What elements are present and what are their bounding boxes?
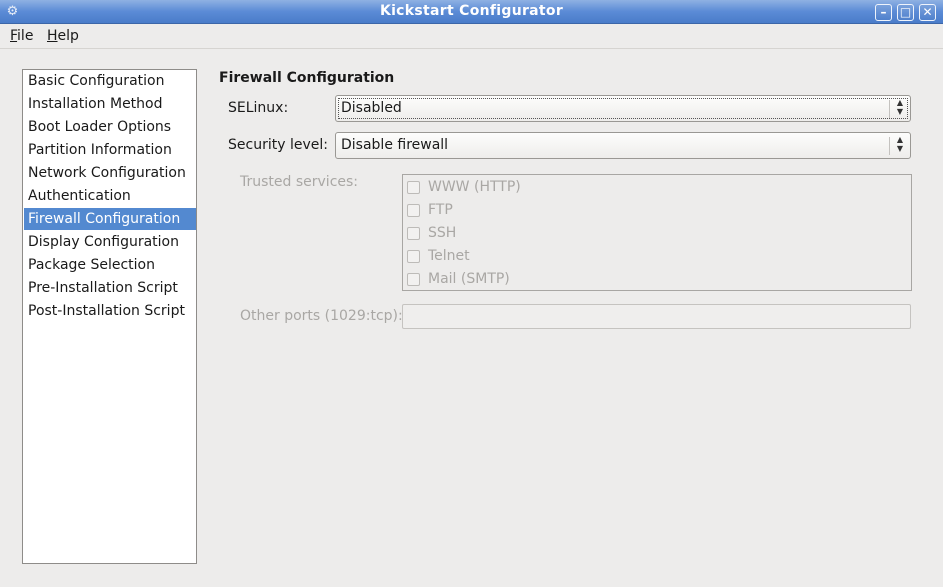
checkbox-icon[interactable] (407, 204, 420, 217)
security-level-dropdown[interactable]: Disable firewall ▲ ▼ (335, 132, 911, 159)
trusted-services-label: Trusted services: (240, 174, 359, 190)
service-label: FTP (428, 202, 453, 218)
close-icon[interactable]: ✕ (919, 4, 936, 21)
sidebar-item-firewall-configuration[interactable]: Firewall Configuration (24, 208, 196, 230)
service-smtp-checkbox[interactable]: Mail (SMTP) (407, 270, 707, 288)
selinux-dropdown[interactable]: Disabled ▲ ▼ (335, 95, 911, 122)
menubar: File Help (0, 24, 943, 49)
sidebar-item-authentication[interactable]: Authentication (24, 185, 196, 207)
minimize-icon[interactable]: – (875, 4, 892, 21)
service-ftp-checkbox[interactable]: FTP (407, 201, 707, 219)
sidebar-item-installation-method[interactable]: Installation Method (24, 93, 196, 115)
sidebar-item-pre-installation-script[interactable]: Pre-Installation Script (24, 277, 196, 299)
checkbox-icon[interactable] (407, 181, 420, 194)
updown-arrow-icon: ▲ ▼ (896, 135, 904, 153)
service-telnet-checkbox[interactable]: Telnet (407, 247, 707, 265)
service-label: SSH (428, 225, 457, 241)
security-level-value: Disable firewall (341, 137, 449, 153)
service-label: WWW (HTTP) (428, 179, 521, 195)
combo-separator (889, 100, 890, 118)
security-level-label: Security level: (228, 137, 328, 153)
sidebar-item-partition-information[interactable]: Partition Information (24, 139, 196, 161)
updown-arrow-icon: ▲ ▼ (896, 98, 904, 116)
selinux-label: SELinux: (228, 100, 289, 116)
sidebar-item-basic-configuration[interactable]: Basic Configuration (24, 70, 196, 92)
service-label: Mail (SMTP) (428, 271, 510, 287)
section-title: Firewall Configuration (219, 70, 395, 86)
maximize-icon[interactable]: □ (897, 4, 914, 21)
sidebar-item-post-installation-script[interactable]: Post-Installation Script (24, 300, 196, 322)
menu-file[interactable]: File (10, 28, 33, 44)
other-ports-label: Other ports (1029:tcp): (240, 308, 403, 324)
sidebar-item-network-configuration[interactable]: Network Configuration (24, 162, 196, 184)
service-www-checkbox[interactable]: WWW (HTTP) (407, 178, 707, 196)
trusted-services-group: WWW (HTTP) FTP SSH Telnet Mail (SMTP) (402, 174, 912, 291)
checkbox-icon[interactable] (407, 273, 420, 286)
other-ports-input[interactable] (402, 304, 911, 329)
sidebar-item-display-configuration[interactable]: Display Configuration (24, 231, 196, 253)
service-ssh-checkbox[interactable]: SSH (407, 224, 707, 242)
window-titlebar[interactable]: ⚙ Kickstart Configurator – □ ✕ (0, 0, 943, 24)
sidebar-item-package-selection[interactable]: Package Selection (24, 254, 196, 276)
selinux-value: Disabled (341, 100, 402, 116)
service-label: Telnet (428, 248, 470, 264)
combo-separator (889, 137, 890, 155)
checkbox-icon[interactable] (407, 227, 420, 240)
sidebar-list: Basic Configuration Installation Method … (22, 69, 197, 564)
sidebar-item-boot-loader-options[interactable]: Boot Loader Options (24, 116, 196, 138)
menu-help[interactable]: Help (47, 28, 79, 44)
checkbox-icon[interactable] (407, 250, 420, 263)
window-title: Kickstart Configurator (379, 3, 564, 19)
